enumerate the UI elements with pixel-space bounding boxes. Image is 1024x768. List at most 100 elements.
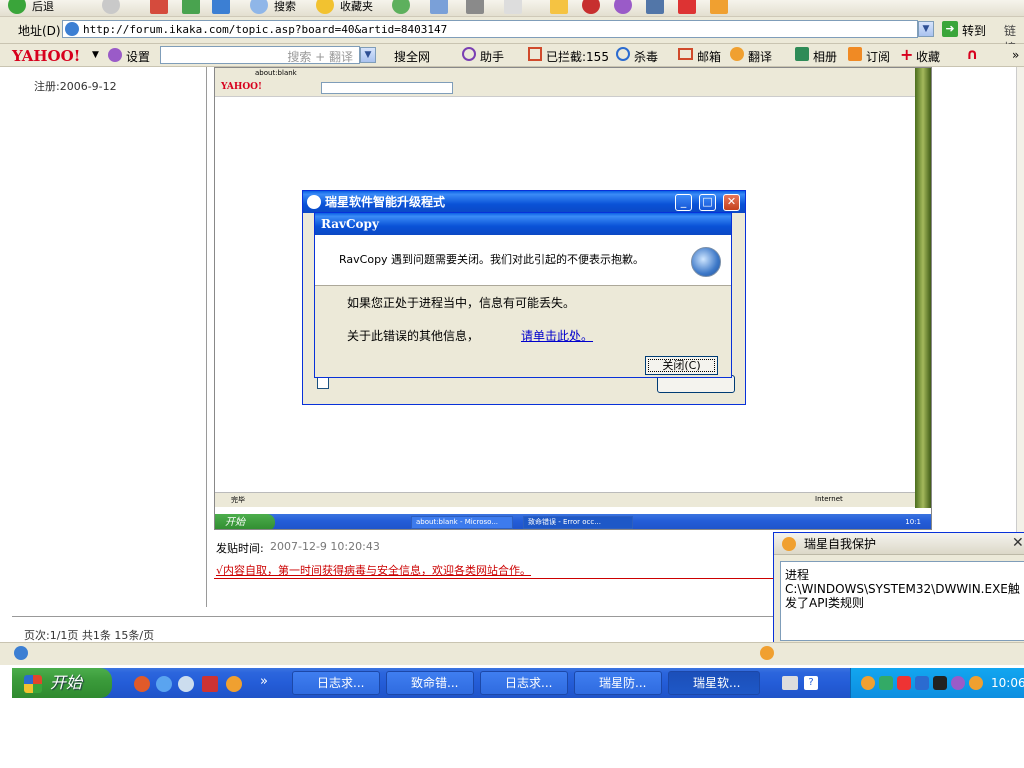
favorites-star-icon[interactable] [316, 0, 334, 14]
messenger-icon[interactable] [614, 0, 632, 14]
quicklaunch-firefox-icon[interactable] [134, 676, 150, 692]
refresh-icon[interactable] [182, 0, 200, 14]
ie-page-icon [14, 646, 28, 660]
inner-yahoo-toolbar: YAHOO! [215, 80, 931, 97]
banner-divider [214, 578, 774, 579]
address-url[interactable]: http://forum.ikaka.com/topic.asp?board=4… [83, 23, 447, 36]
close-button[interactable]: 关闭(C) [645, 356, 718, 375]
home-icon[interactable] [212, 0, 230, 14]
yahoo-mail[interactable]: 邮箱 [697, 48, 721, 65]
media-icon[interactable] [392, 0, 410, 14]
error-dialog: RavCopy RavCopy 遇到问题需要关闭。我们对此引起的不便表示抱歉。 … [314, 212, 732, 378]
yahoo-rss[interactable]: 订阅 [866, 48, 890, 65]
maximize-button[interactable]: □ [699, 194, 716, 211]
yahoo-toolbar: YAHOO! ▼ 设置 搜索 + 翻译 ▼ 搜全网 助手 已拦截:155 杀毒 … [0, 44, 1024, 67]
help-icon[interactable]: ? [804, 676, 818, 690]
tray-monitor-icon[interactable] [933, 676, 947, 690]
rising-icon[interactable] [582, 0, 600, 14]
windows-error-globe-icon [691, 247, 721, 277]
mail-icon[interactable] [430, 0, 448, 14]
yahoo-album[interactable]: 相册 [813, 48, 837, 65]
yahoo-search-placeholder: 搜索 + 翻译 [287, 50, 353, 64]
inner-taskbar: 开始 about:blank - Microso... 致命错误 - Error… [215, 514, 931, 529]
error-dialog-body: 如果您正处于进程当中，信息有可能丢失。 关于此错误的其他信息， 请单击此处。 关… [315, 286, 731, 377]
antivirus-icon [616, 47, 630, 61]
search-label[interactable]: 搜索 [274, 0, 296, 14]
folder-icon[interactable] [550, 0, 568, 14]
edit-icon[interactable] [504, 0, 522, 14]
yahoo-translate[interactable]: 翻译 [748, 48, 772, 65]
tool-icon[interactable] [646, 0, 664, 14]
banner-link[interactable]: √内容自取，第一时间获得病毒与安全信息，欢迎各类网站合作。 [216, 562, 531, 578]
translate-icon [730, 47, 744, 61]
task-button-4[interactable]: 瑞星防... [574, 671, 662, 695]
address-input[interactable]: http://forum.ikaka.com/topic.asp?board=4… [62, 20, 918, 38]
keyboard-icon[interactable] [782, 676, 798, 690]
inner-yahoo-logo: YAHOO! [221, 82, 262, 92]
settings-icon [108, 48, 122, 62]
task-button-1[interactable]: 日志求... [292, 671, 380, 695]
headphone-icon[interactable]: ∩ [966, 45, 978, 63]
forward-icon[interactable] [102, 0, 120, 14]
tray-shield-icon[interactable] [969, 676, 983, 690]
yahoo-search-input[interactable]: 搜索 + 翻译 [160, 46, 360, 64]
yahoo-antivirus[interactable]: 杀毒 [634, 48, 658, 65]
error-more-info-label: 关于此错误的其他信息， [347, 329, 480, 343]
ie-page-icon [65, 22, 79, 36]
minimize-button[interactable]: _ [675, 194, 692, 211]
quicklaunch-media-icon[interactable] [178, 676, 194, 692]
task-button-3[interactable]: 日志求... [480, 671, 568, 695]
favorites-label[interactable]: 收藏夹 [340, 0, 373, 14]
tray-warning-icon[interactable] [897, 676, 911, 690]
protect-popup: 瑞星自我保护 ✕ 进程C:\WINDOWS\SYSTEM32\DWWIN.EXE… [773, 532, 1024, 658]
yahoo-logo[interactable]: YAHOO! [12, 47, 80, 65]
protect-title: 瑞星自我保护 [774, 533, 1024, 555]
address-dropdown-button[interactable]: ▼ [918, 21, 934, 37]
search-icon[interactable] [250, 0, 268, 14]
back-label[interactable]: 后退 [32, 0, 54, 14]
yahoo-blocked-count[interactable]: 已拦截:155 [546, 48, 609, 65]
yahoo-favorites[interactable]: 收藏 [916, 48, 940, 65]
close-icon[interactable]: ✕ [1012, 535, 1024, 551]
yahoo-logo-dropdown-icon[interactable]: ▼ [92, 50, 99, 60]
back-icon[interactable] [8, 0, 26, 14]
antivirus-toolbar-icon[interactable] [710, 0, 728, 14]
yahoo-search-dropdown[interactable]: ▼ [360, 47, 376, 63]
post-time: 2007-12-9 10:20:43 [270, 540, 380, 553]
register-date: 注册:2006-9-12 [34, 80, 117, 93]
close-icon[interactable]: ✕ [723, 194, 740, 211]
yahoo-assistant[interactable]: 助手 [480, 48, 504, 65]
quicklaunch-rising-icon[interactable] [226, 676, 242, 692]
address-bar: 地址(D) http://forum.ikaka.com/topic.asp?b… [0, 17, 1024, 55]
quicklaunch-more[interactable]: » [260, 674, 268, 689]
error-dialog-title: RavCopy [315, 213, 731, 235]
tray-messenger-icon[interactable] [951, 676, 965, 690]
task-button-2[interactable]: 致命错... [386, 671, 474, 695]
task-button-5[interactable]: 瑞星软... [668, 671, 760, 695]
go-arrow-icon[interactable]: ➜ [942, 21, 958, 37]
error-message: RavCopy 遇到问题需要关闭。我们对此引起的不便表示抱歉。 [339, 253, 645, 266]
quicklaunch-desktop-icon[interactable] [202, 676, 218, 692]
inner-desktop-wallpaper [915, 68, 931, 508]
tray-clock: 10:06 [991, 676, 1024, 690]
error-dialog-header: RavCopy 遇到问题需要关闭。我们对此引起的不便表示抱歉。 [315, 235, 731, 286]
tray-network-icon[interactable] [879, 676, 893, 690]
yahoo-settings[interactable]: 设置 [126, 48, 150, 65]
yahoo-more[interactable]: » [1012, 48, 1019, 62]
quicklaunch-ie-icon[interactable] [156, 676, 172, 692]
stop-icon[interactable] [150, 0, 168, 14]
windows-logo-icon [24, 675, 42, 693]
yahoo-search-web[interactable]: 搜全网 [394, 48, 430, 65]
go-button[interactable]: 转到 [962, 22, 986, 39]
bug-icon[interactable] [678, 0, 696, 14]
pagination-divider [12, 616, 792, 617]
rising-lion-icon [782, 537, 796, 551]
updater-checkbox[interactable] [317, 377, 329, 389]
tray-rising-icon[interactable] [861, 676, 875, 690]
error-more-info-link[interactable]: 请单击此处。 [521, 327, 593, 344]
print-icon[interactable] [466, 0, 484, 14]
ie-status-bar [0, 642, 1024, 665]
inner-address-snippet: about:blank [255, 69, 297, 77]
inner-clock: 10:1 [905, 518, 921, 526]
tray-update-icon[interactable] [915, 676, 929, 690]
